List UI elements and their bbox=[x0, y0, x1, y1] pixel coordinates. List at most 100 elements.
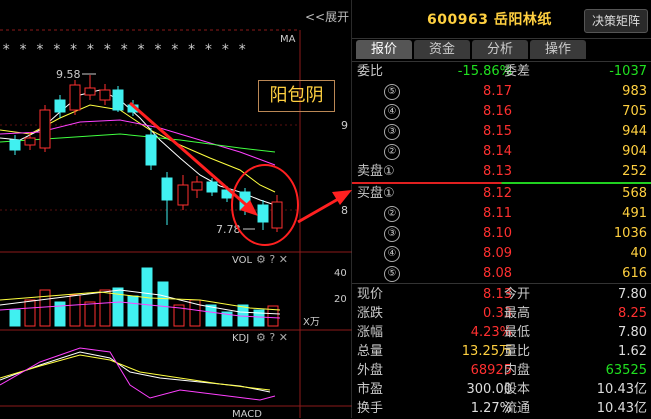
candle-body bbox=[191, 181, 203, 191]
volume-bar bbox=[127, 295, 139, 327]
kline-chart-area[interactable]: * * * * * * * * * * * * * * * MA 9.58 7.… bbox=[0, 0, 352, 418]
vol-label: VOL bbox=[232, 255, 253, 266]
volume-bar bbox=[9, 309, 21, 327]
level-volume: 568 bbox=[622, 186, 647, 201]
sell-level-row[interactable]: 卖盘① 8.13 252 bbox=[352, 162, 651, 182]
level-volume: 40 bbox=[630, 246, 647, 261]
level-price: 8.15 bbox=[483, 124, 512, 139]
buy-level-row[interactable]: ④ 8.09 40 bbox=[352, 244, 651, 264]
candle-body bbox=[99, 89, 111, 101]
vol-settings-icon[interactable]: ⚙ ? ✕ bbox=[256, 253, 288, 266]
candle-body bbox=[206, 181, 218, 193]
volume-bar bbox=[205, 304, 217, 327]
buy-level-row[interactable]: ③ 8.10 1036 bbox=[352, 224, 651, 244]
stat-value: 63525 bbox=[605, 363, 647, 378]
stat-row: 现价 8.13 今开 7.80 bbox=[352, 285, 651, 305]
stat-label: 市盈 bbox=[357, 382, 384, 397]
kline-chart-svg: * * * * * * * * * * * * * * * MA 9.58 7.… bbox=[0, 0, 352, 418]
level-volume: 904 bbox=[622, 144, 647, 159]
level-price: 8.13 bbox=[483, 164, 512, 179]
candle-body bbox=[54, 99, 66, 113]
level-label: ④ bbox=[384, 104, 400, 120]
vol-unit: X万 bbox=[303, 317, 320, 328]
stat-label: 涨跌 bbox=[357, 306, 384, 321]
stat-label: 量比 bbox=[504, 344, 531, 359]
stat-value: 1.62 bbox=[618, 344, 647, 359]
stock-title: 600963 岳阳林纸 bbox=[427, 12, 552, 28]
order-ratio-row: 委比 -15.86% 委差 -1037 bbox=[357, 64, 647, 79]
tab-quote[interactable]: 报价 bbox=[356, 40, 412, 59]
stat-value: 8.25 bbox=[618, 306, 647, 321]
candle-body bbox=[145, 134, 157, 166]
candle-body bbox=[112, 89, 124, 111]
stat-label: 总量 bbox=[357, 344, 384, 359]
level-volume: 983 bbox=[622, 84, 647, 99]
sell-level-row[interactable]: ④ 8.16 705 bbox=[352, 102, 651, 122]
sell-level-row[interactable]: ③ 8.15 944 bbox=[352, 122, 651, 142]
level-price: 8.12 bbox=[483, 186, 512, 201]
stat-label: 流通 bbox=[504, 401, 531, 416]
buy-level-row[interactable]: 买盘① 8.12 568 bbox=[352, 184, 651, 204]
kdj-settings-icon[interactable]: ⚙ ? ✕ bbox=[256, 331, 288, 344]
level-volume: 252 bbox=[622, 164, 647, 179]
stat-row: 总量 13.25万 量比 1.62 bbox=[352, 342, 651, 362]
stat-value: 10.43亿 bbox=[596, 382, 647, 397]
sell-level-row[interactable]: ② 8.14 904 bbox=[352, 142, 651, 162]
price-tick-9: 9 bbox=[341, 119, 348, 132]
level-label: ③ bbox=[384, 226, 400, 242]
candle-body bbox=[257, 204, 269, 223]
svg-text:* * * * * * * * * * * * * *: * * * * * * * * * * * * * * * bbox=[2, 42, 246, 58]
quote-panel: 600963 岳阳林纸 决策矩阵 报价 资金 分析 操作 委比 -15.86% 委… bbox=[352, 0, 651, 418]
stat-label: 现价 bbox=[357, 287, 384, 302]
tab-funds[interactable]: 资金 bbox=[414, 40, 470, 59]
volume-bar bbox=[99, 289, 111, 327]
tab-analysis[interactable]: 分析 bbox=[472, 40, 528, 59]
level-price: 8.16 bbox=[483, 104, 512, 119]
level-price: 8.09 bbox=[483, 246, 512, 261]
candle-body bbox=[161, 177, 173, 201]
level-price: 8.17 bbox=[483, 84, 512, 99]
candle-body bbox=[69, 84, 81, 111]
level-label: 买盘① bbox=[357, 186, 395, 201]
volume-bar bbox=[69, 294, 81, 327]
volume-bar bbox=[157, 281, 169, 327]
volume-bar bbox=[84, 301, 96, 327]
candle-body bbox=[24, 137, 36, 146]
stat-label: 最高 bbox=[504, 306, 531, 321]
buy-level-row[interactable]: ② 8.11 491 bbox=[352, 204, 651, 224]
vol-tick-40: 40 bbox=[334, 268, 347, 279]
level-volume: 705 bbox=[622, 104, 647, 119]
sell-level-row[interactable]: ⑤ 8.17 983 bbox=[352, 82, 651, 102]
level-label: ⑤ bbox=[384, 266, 400, 282]
quote-header: 600963 岳阳林纸 决策矩阵 bbox=[352, 0, 651, 39]
ma-label: MA bbox=[280, 34, 296, 45]
volume-bar bbox=[39, 289, 51, 327]
stat-row: 外盘 68925 内盘 63525 bbox=[352, 361, 651, 381]
level-price: 8.10 bbox=[483, 226, 512, 241]
level-label: ④ bbox=[384, 246, 400, 262]
stat-row: 涨跌 0.33 最高 8.25 bbox=[352, 304, 651, 324]
stat-label: 外盘 bbox=[357, 363, 384, 378]
stat-label: 涨幅 bbox=[357, 325, 384, 340]
level-volume: 491 bbox=[622, 206, 647, 221]
stat-value: 7.80 bbox=[618, 325, 647, 340]
stat-row: 换手 1.27% 流通 10.43亿 bbox=[352, 399, 651, 419]
tab-operation[interactable]: 操作 bbox=[530, 40, 586, 59]
stat-value: 7.80 bbox=[618, 287, 647, 302]
level-price: 8.08 bbox=[483, 266, 512, 281]
level-volume: 616 bbox=[622, 266, 647, 281]
level-label: ② bbox=[384, 144, 400, 160]
decision-matrix-button[interactable]: 决策矩阵 bbox=[584, 9, 648, 33]
expand-button[interactable]: <<展开 bbox=[305, 8, 349, 25]
volume-bar bbox=[24, 299, 36, 327]
candle-body bbox=[39, 109, 51, 149]
candle-body bbox=[84, 87, 96, 96]
candle-body bbox=[271, 201, 283, 229]
level-volume: 944 bbox=[622, 124, 647, 139]
stat-label: 内盘 bbox=[504, 363, 531, 378]
stat-row: 市盈 300.00 股本 10.43亿 bbox=[352, 380, 651, 400]
buy-level-row[interactable]: ⑤ 8.08 616 bbox=[352, 264, 651, 284]
level-label: ② bbox=[384, 206, 400, 222]
book-divider bbox=[352, 182, 651, 184]
stat-row: 涨幅 4.23% 最低 7.80 bbox=[352, 323, 651, 343]
